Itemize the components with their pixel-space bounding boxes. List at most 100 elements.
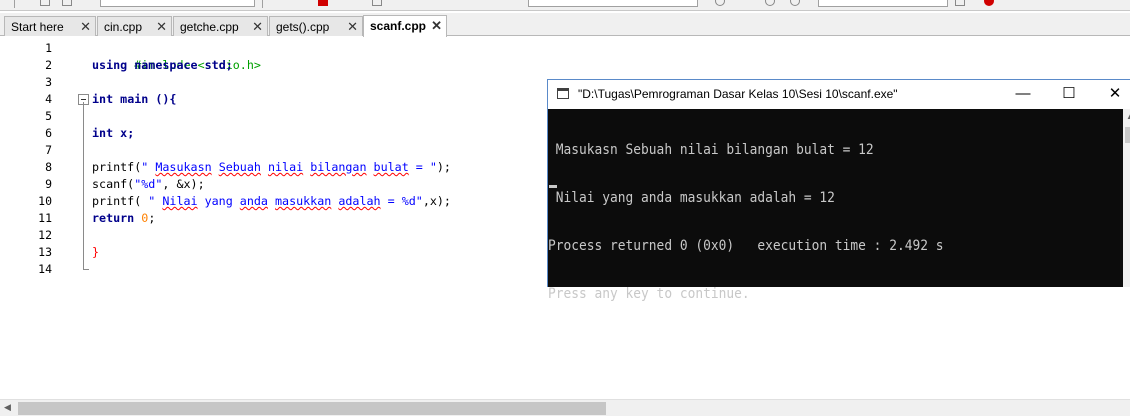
code-line: return 0;	[92, 210, 155, 227]
console-app-icon	[557, 88, 569, 99]
toolbar-separator	[262, 0, 263, 8]
line-number: 5	[45, 109, 52, 123]
string-literal: yang	[197, 194, 240, 208]
code-text: std;	[197, 58, 233, 72]
toolbar-separator	[14, 0, 15, 8]
close-icon[interactable]: ✕	[431, 18, 442, 34]
scroll-left-icon[interactable]: ◀	[4, 402, 11, 413]
string-literal: "%d"	[134, 177, 163, 191]
console-window[interactable]: "D:\Tugas\Pemrograman Dasar Kelas 10\Ses…	[547, 79, 1130, 302]
keyword: using	[92, 58, 128, 72]
line-number: 12	[38, 228, 52, 242]
console-titlebar[interactable]: "D:\Tugas\Pemrograman Dasar Kelas 10\Ses…	[548, 80, 1130, 109]
code-text: scanf(	[92, 177, 135, 191]
code-text: printf(	[92, 160, 142, 174]
code-line: using namespace std;	[92, 57, 233, 74]
line-number: 13	[38, 245, 52, 259]
console-line: Masukasn Sebuah nilai bilangan bulat = 1…	[548, 142, 874, 158]
text-cursor	[549, 185, 557, 188]
code-line: int x;	[92, 125, 134, 142]
keyword: int	[92, 126, 114, 140]
scroll-up-icon[interactable]: ▲	[1126, 112, 1130, 121]
scrollbar-thumb[interactable]	[18, 402, 606, 415]
tab-start-here[interactable]: Start here ✕	[4, 16, 96, 36]
code-line: printf(" Masukasn Sebuah nilai bilangan …	[92, 159, 451, 176]
close-icon[interactable]: ✕	[252, 19, 263, 35]
string-literal	[367, 160, 374, 174]
keyword: int	[92, 92, 114, 106]
string-literal	[261, 160, 268, 174]
fold-guide	[83, 102, 84, 270]
line-number: 6	[45, 126, 52, 140]
toolbar-icon[interactable]	[372, 0, 382, 6]
toolbar-icon[interactable]	[955, 0, 965, 6]
horizontal-scrollbar[interactable]: ◀	[0, 399, 1130, 416]
tab-label: getche.cpp	[180, 20, 239, 34]
code-text: printf(	[92, 194, 149, 208]
minimize-button[interactable]: —	[1000, 83, 1046, 105]
misspelled-word: masukkan	[275, 194, 332, 208]
tab-label: scanf.cpp	[370, 19, 427, 33]
string-literal: = %d"	[380, 194, 423, 208]
fold-guide-end	[83, 269, 89, 270]
misspelled-word: Sebuah	[218, 160, 261, 174]
console-output-area[interactable]: Masukasn Sebuah nilai bilangan bulat = 1…	[548, 109, 1123, 302]
misspelled-word: Masukasn	[155, 160, 212, 174]
close-icon[interactable]: ✕	[347, 19, 358, 35]
tab-label: cin.cpp	[104, 20, 143, 34]
line-number: 8	[45, 160, 52, 174]
line-number: 4	[45, 92, 52, 106]
line-number: 10	[38, 194, 52, 208]
string-literal: "	[141, 160, 156, 174]
tab-cin-cpp[interactable]: cin.cpp ✕	[97, 16, 172, 36]
tab-getche-cpp[interactable]: getche.cpp ✕	[173, 16, 268, 36]
code-line: scanf("%d", &x);	[92, 176, 205, 193]
tab-label: gets().cpp	[276, 20, 330, 34]
fold-margin	[78, 37, 90, 399]
line-number: 3	[45, 75, 52, 89]
line-number: 9	[45, 177, 52, 191]
stop-icon[interactable]	[318, 0, 328, 6]
tab-bar: Start here ✕ cin.cpp ✕ getche.cpp ✕ gets…	[0, 13, 1130, 37]
misspelled-word: Nilai	[162, 194, 198, 208]
code-line: }	[92, 244, 99, 261]
search-icon[interactable]	[715, 0, 725, 6]
tab-gets-cpp[interactable]: gets().cpp ✕	[269, 16, 363, 36]
code-text: ;	[148, 211, 156, 225]
code-text: );	[436, 160, 451, 174]
line-number: 11	[38, 211, 52, 225]
line-number: 2	[45, 58, 52, 72]
close-button[interactable]: ✕	[1092, 83, 1130, 105]
console-line: Nilai yang anda masukkan adalah = 12	[548, 190, 835, 206]
misspelled-word: adalah	[338, 194, 381, 208]
line-number: 7	[45, 143, 52, 157]
misspelled-word: anda	[239, 194, 268, 208]
toolbar-icon[interactable]	[40, 0, 50, 6]
code-text: ,x);	[422, 194, 451, 208]
scrollbar-thumb[interactable]	[1125, 127, 1130, 143]
record-icon[interactable]	[984, 0, 994, 6]
close-icon[interactable]: ✕	[80, 19, 91, 35]
code-text: , &x);	[162, 177, 205, 191]
keyword: return	[92, 211, 135, 225]
tab-scanf-cpp[interactable]: scanf.cpp ✕	[363, 15, 447, 37]
console-vertical-scrollbar[interactable]: ▲	[1123, 109, 1130, 287]
toolbar	[0, 0, 1130, 11]
console-line: Press any key to continue.	[548, 286, 750, 302]
console-line: Process returned 0 (0x0) execution time …	[548, 238, 944, 254]
toolbar-dropdown[interactable]	[100, 0, 255, 7]
code-line: printf( " Nilai yang anda masukkan adala…	[92, 193, 451, 210]
string-literal	[212, 160, 219, 174]
code-text: }	[92, 245, 100, 259]
toolbar-dropdown[interactable]	[528, 0, 698, 7]
line-number: 14	[38, 262, 52, 276]
string-literal: "	[148, 194, 163, 208]
string-literal: = "	[408, 160, 437, 174]
close-icon[interactable]: ✕	[156, 19, 167, 35]
maximize-button[interactable]: ☐	[1046, 83, 1092, 105]
toolbar-search-input[interactable]	[818, 0, 948, 7]
misspelled-word: bilangan	[310, 160, 367, 174]
search-icon[interactable]	[790, 0, 800, 6]
toolbar-icon[interactable]	[62, 0, 72, 6]
search-icon[interactable]	[765, 0, 775, 6]
